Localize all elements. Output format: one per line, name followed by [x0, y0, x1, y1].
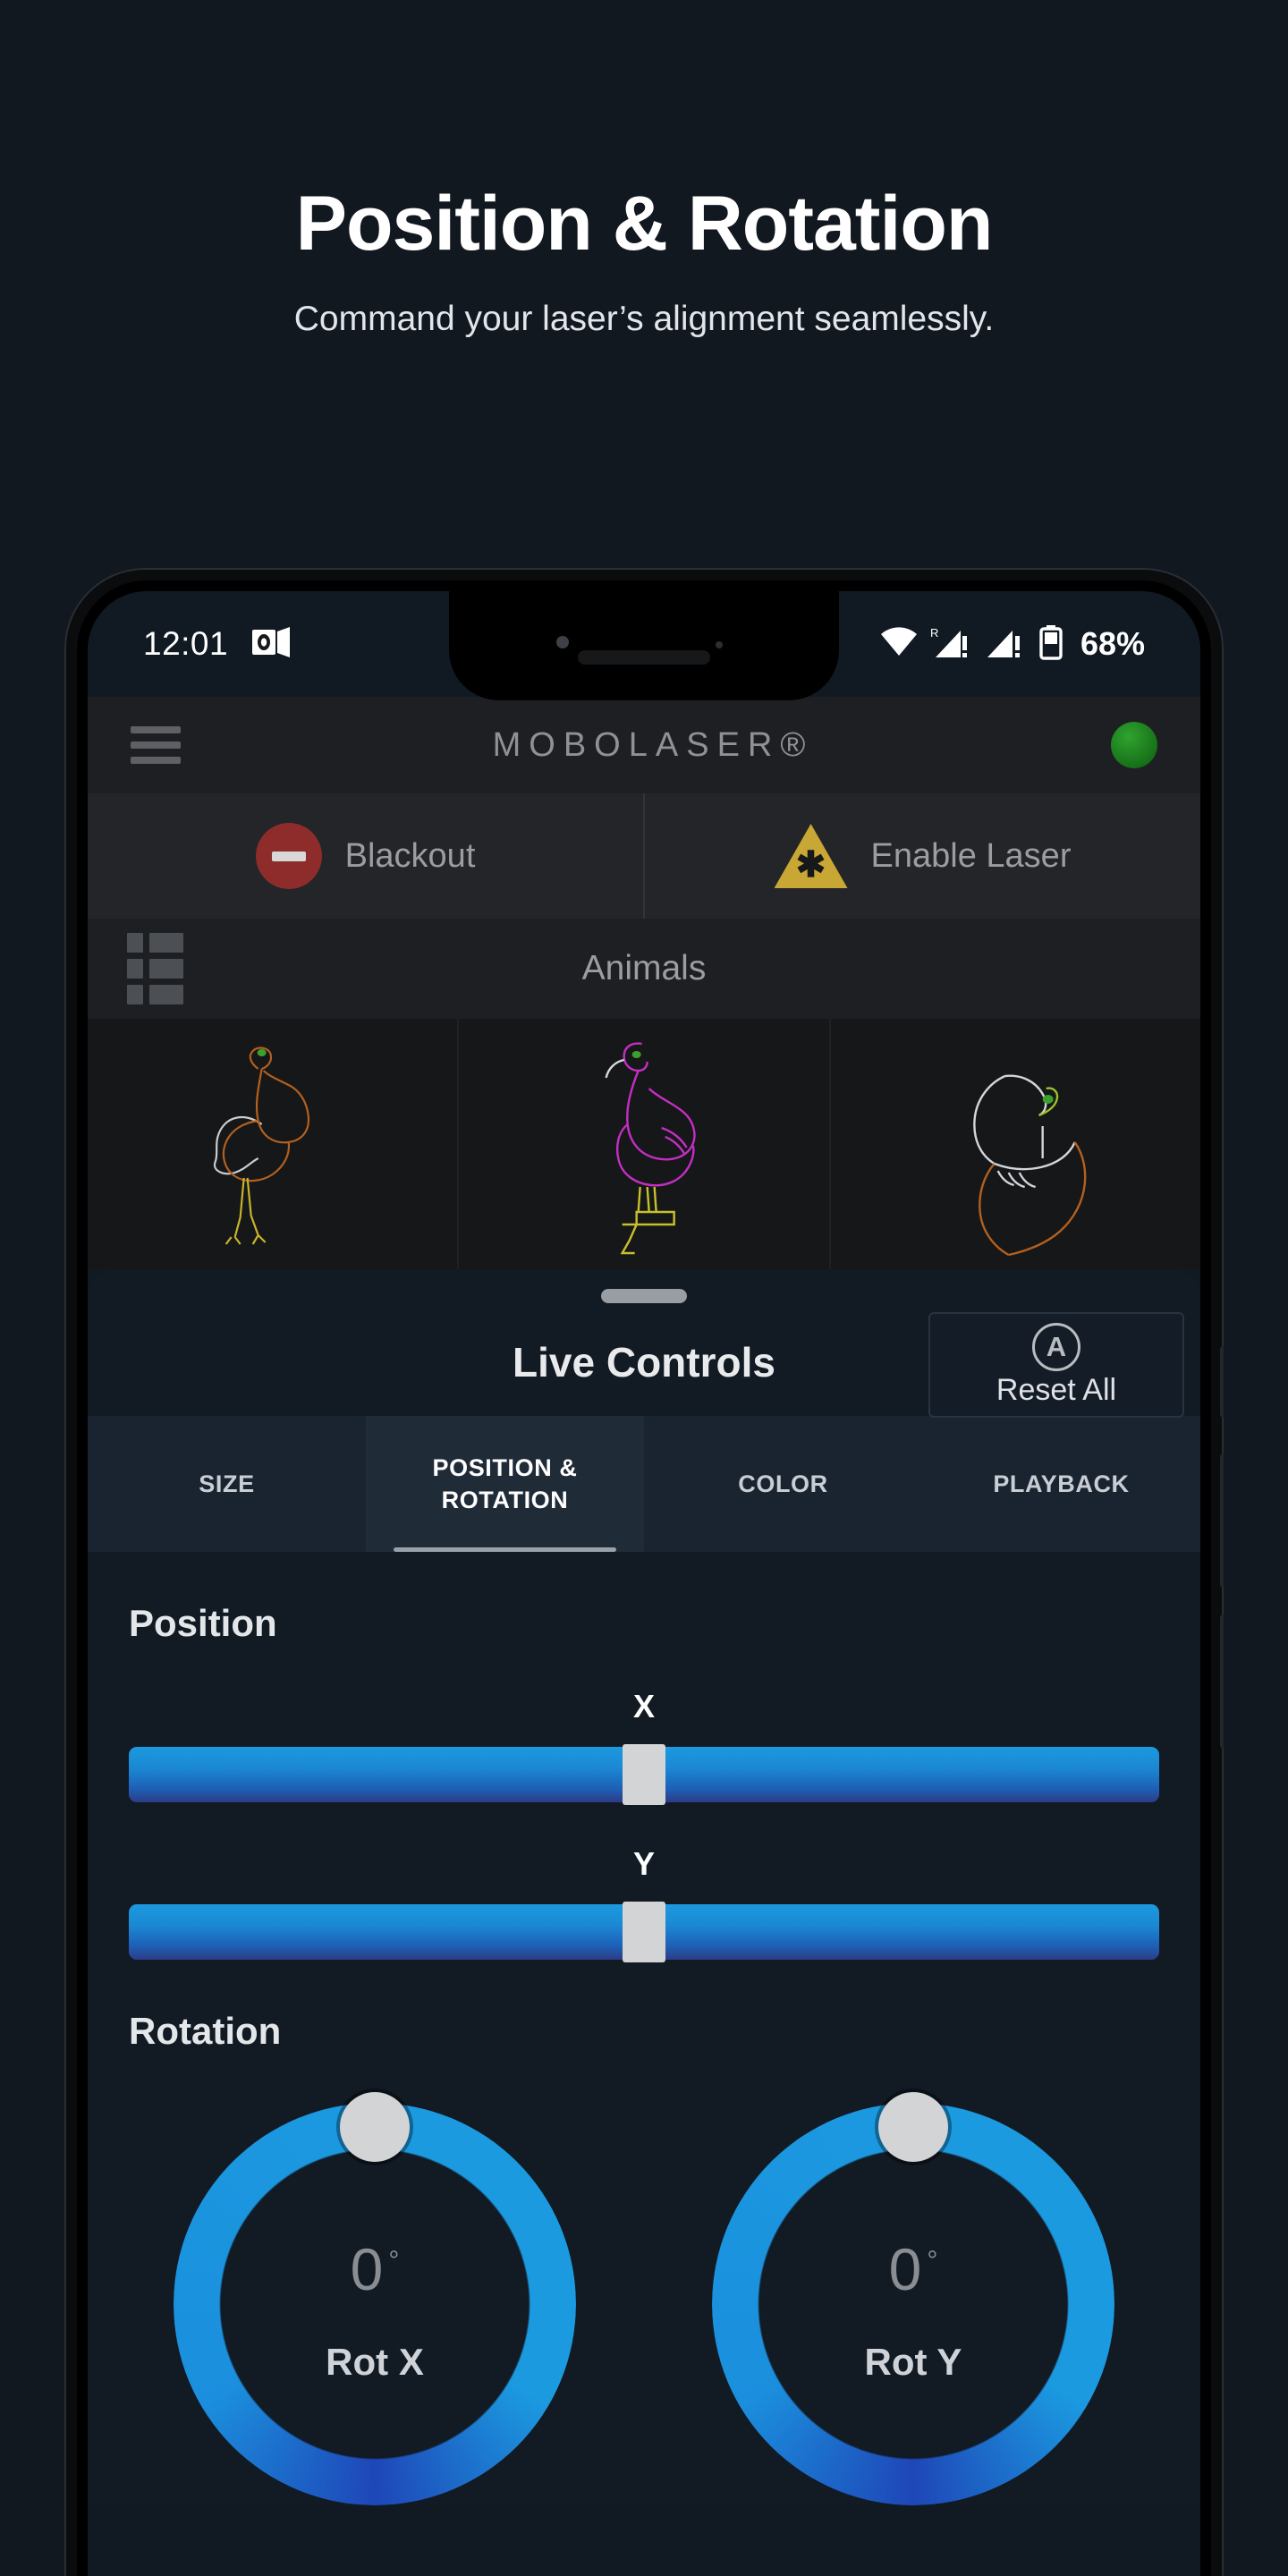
slider-x-track[interactable] [129, 1744, 1159, 1805]
svg-text:R: R [930, 626, 938, 640]
wifi-icon [878, 626, 919, 663]
knob-rot-y-unit: ° [927, 2246, 938, 2275]
battery-percent: 68% [1080, 625, 1145, 662]
status-bar-left: 12:01 [143, 625, 291, 663]
knob-rot-y-number: 0 [888, 2236, 922, 2302]
blackout-icon [255, 823, 322, 889]
promo-page: Position & Rotation Command your laser’s… [0, 0, 1288, 2576]
phone-notch [449, 591, 839, 700]
enable-laser-label: Enable Laser [870, 836, 1072, 875]
reset-all-label: Reset All [996, 1372, 1117, 1407]
knob-rot-x-unit: ° [388, 2246, 400, 2275]
phone-side-button-top [1220, 1346, 1224, 1418]
proximity-sensor [716, 641, 723, 648]
status-bar-right: R 68% [878, 624, 1145, 665]
knob-rot-y-handle[interactable] [878, 2092, 948, 2162]
rotation-knob-row: 0 ° Rot X 0 ° Rot Y [88, 2092, 1200, 2505]
reset-all-button[interactable]: A Reset All [928, 1312, 1184, 1418]
slider-x-thumb[interactable] [623, 1744, 665, 1805]
knob-rot-x-value: 0 ° [174, 2235, 576, 2303]
slider-label-y: Y [632, 1845, 655, 1882]
status-time: 12:01 [143, 625, 229, 662]
reset-glyph: A [1046, 1331, 1067, 1362]
hamburger-bar [131, 726, 181, 733]
knob-rot-x[interactable]: 0 ° Rot X [174, 2092, 576, 2505]
signal-roaming-icon: R [930, 625, 975, 664]
front-camera-icon [556, 636, 569, 648]
slider-y-thumb[interactable] [623, 1902, 665, 1962]
drag-handle[interactable] [601, 1289, 687, 1303]
sheet-header: Live Controls A Reset All [88, 1309, 1200, 1418]
slider-y[interactable] [88, 1902, 1200, 1962]
knob-rot-y[interactable]: 0 ° Rot Y [712, 2092, 1114, 2505]
live-controls-sheet: Live Controls A Reset All SIZE POSITION … [88, 1269, 1200, 2505]
knob-rot-x-number: 0 [350, 2236, 384, 2302]
outlook-icon [251, 626, 291, 663]
control-tabs: SIZE POSITION & ROTATION COLOR PLAYBACK [88, 1416, 1200, 1552]
signal-warning-icon [986, 625, 1027, 664]
thumbnail-ostrich[interactable] [88, 1019, 460, 1269]
laser-control-row: Blackout ✱ Enable Laser [88, 793, 1200, 919]
page-title: Position & Rotation [295, 181, 994, 267]
tab-size[interactable]: SIZE [88, 1416, 366, 1552]
phone-screen: 12:01 R 68% MOBOLASER® Blackout ✱ Enable… [88, 591, 1200, 2576]
hamburger-bar [131, 757, 181, 764]
connection-status-dot[interactable] [1111, 722, 1157, 768]
page-subtitle: Command your laser’s alignment seamlessl… [293, 300, 995, 339]
blackout-button[interactable]: Blackout [88, 793, 643, 919]
thumbnail-flamingo[interactable] [459, 1019, 831, 1269]
category-title: Animals [581, 949, 707, 987]
sheet-title: Live Controls [513, 1339, 775, 1385]
tab-color[interactable]: COLOR [644, 1416, 922, 1552]
app-header: MOBOLASER® [88, 697, 1200, 793]
battery-icon [1038, 624, 1064, 665]
knob-rot-x-label: Rot X [326, 2341, 424, 2383]
knob-rot-y-label: Rot Y [864, 2341, 962, 2383]
knob-rot-x-handle[interactable] [340, 2092, 410, 2162]
pattern-thumbnail-row [88, 1019, 1200, 1269]
tab-position-rotation[interactable]: POSITION & ROTATION [366, 1416, 644, 1552]
phone-volume-up-button [1220, 1453, 1224, 1588]
position-rotation-panel: Position X Y Rotation 0 ° Rot X 0 ° Rot … [88, 1552, 1200, 2505]
knob-rot-y-value: 0 ° [712, 2235, 1114, 2303]
phone-volume-down-button [1220, 1614, 1224, 1749]
hamburger-menu-icon[interactable] [131, 726, 181, 764]
app-brand-title: MOBOLASER® [492, 725, 814, 764]
blackout-label: Blackout [344, 836, 476, 875]
phone-earpiece [578, 650, 710, 665]
reset-all-icon: A [1032, 1322, 1080, 1371]
slider-x[interactable] [88, 1744, 1200, 1805]
thumbnail-eagle[interactable] [831, 1019, 1200, 1269]
promo-header: Position & Rotation Command your laser’s… [0, 0, 1288, 339]
category-bar: Animals [88, 919, 1200, 1019]
position-section-title: Position [129, 1602, 277, 1644]
slider-y-track[interactable] [129, 1902, 1159, 1962]
knob-rot-y-ring[interactable] [712, 2103, 1114, 2505]
slider-label-x: X [632, 1688, 655, 1724]
tab-playback[interactable]: PLAYBACK [922, 1416, 1200, 1552]
status-bar: 12:01 R 68% [88, 591, 1200, 700]
rotation-section-title: Rotation [129, 2010, 282, 2052]
enable-laser-button[interactable]: ✱ Enable Laser [643, 793, 1200, 919]
phone-mockup: 12:01 R 68% MOBOLASER® Blackout ✱ Enable… [64, 568, 1224, 2576]
laser-warning-icon: ✱ [774, 824, 848, 888]
hamburger-bar [131, 741, 181, 749]
knob-rot-x-ring[interactable] [174, 2103, 576, 2505]
